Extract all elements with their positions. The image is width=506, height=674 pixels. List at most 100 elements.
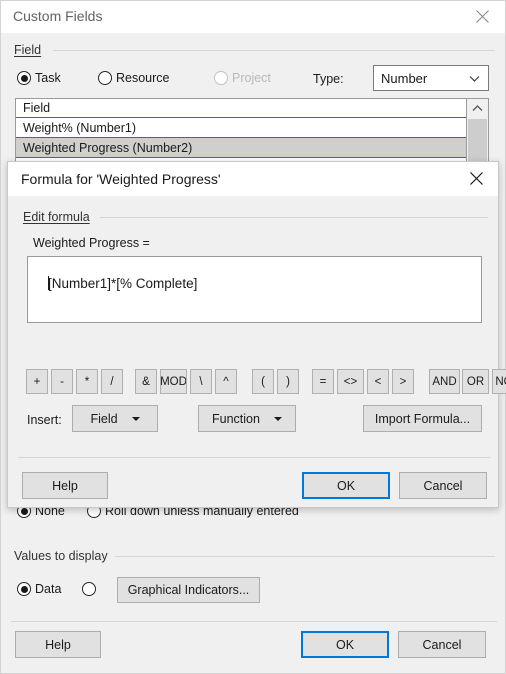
operator-button-2[interactable]: * [76, 369, 98, 394]
operator-button-label: + [33, 375, 41, 388]
operator-button-12[interactable]: < [367, 369, 389, 394]
operator-button-label: AND [432, 375, 457, 388]
chevron-up-icon[interactable] [467, 99, 488, 118]
operator-button-15[interactable]: OR [462, 369, 489, 394]
operator-button-8[interactable]: ( [252, 369, 274, 394]
operator-button-label: = [319, 375, 327, 388]
cancel-button[interactable]: Cancel [398, 631, 486, 658]
operator-button-label: <> [343, 375, 358, 388]
chevron-down-icon [469, 71, 480, 86]
field-list-header: Field [16, 99, 466, 118]
formula-input-value: [Number1]*[% Complete] [48, 276, 198, 291]
formula-help-button-label: Help [52, 478, 78, 493]
ok-button[interactable]: OK [301, 631, 389, 658]
field-group-divider [53, 50, 495, 51]
radio-resource-label: Resource [116, 71, 170, 85]
operator-button-label: < [374, 375, 382, 388]
operator-button-5[interactable]: MOD [160, 369, 187, 394]
radio-graphical-indicators[interactable] [82, 582, 100, 596]
operator-button-label: & [142, 375, 150, 388]
chevron-down-icon [273, 416, 282, 421]
operator-button-3[interactable]: / [101, 369, 123, 394]
insert-field-button-label: Field [90, 411, 118, 426]
import-formula-button-label: Import Formula... [374, 411, 471, 426]
operator-button-label: \ [199, 375, 203, 388]
radio-graphical-indicators-dot [82, 582, 96, 596]
help-button[interactable]: Help [15, 631, 101, 658]
operator-button-label: ( [261, 375, 265, 388]
radio-data[interactable]: Data [17, 582, 61, 596]
operator-button-label: ) [286, 375, 290, 388]
field-list-row-weighted-progress[interactable]: Weighted Progress (Number2) [16, 138, 466, 158]
radio-project: Project [214, 71, 271, 85]
formula-cancel-button-label: Cancel [423, 478, 463, 493]
radio-project-label: Project [232, 71, 271, 85]
radio-data-dot [17, 582, 31, 596]
operator-button-label: - [60, 375, 64, 388]
type-combobox[interactable]: Number [373, 65, 489, 91]
field-group-label: Field [11, 43, 45, 57]
help-button-label: Help [45, 637, 71, 652]
insert-field-button[interactable]: Field [72, 405, 158, 432]
formula-input[interactable]: [Number1]*[% Complete] [27, 256, 482, 323]
operator-button-0[interactable]: + [26, 369, 48, 394]
operator-button-1[interactable]: - [51, 369, 73, 394]
operator-button-label: ^ [223, 375, 229, 388]
formula-ok-button-label: OK [336, 478, 356, 493]
close-icon[interactable] [459, 1, 505, 31]
values-to-display-label: Values to display [11, 549, 111, 563]
insert-function-button[interactable]: Function [198, 405, 296, 432]
operator-button-label: > [399, 375, 407, 388]
values-to-display-divider [115, 556, 495, 557]
radio-resource-dot [98, 71, 112, 85]
edit-formula-divider [100, 217, 488, 218]
operator-button-label: MOD [160, 375, 187, 388]
operator-button-label: OR [466, 375, 485, 388]
formula-footer-divider [18, 457, 490, 458]
field-list-scrollbar[interactable] [467, 98, 489, 163]
edit-formula-group-label: Edit formula [20, 210, 93, 224]
field-list[interactable]: Field Weight% (Number1) Weighted Progres… [15, 98, 467, 163]
radio-task-dot [17, 71, 31, 85]
radio-task-label: Task [35, 71, 61, 85]
type-label: Type: [313, 72, 344, 86]
formula-dialog: Formula for 'Weighted Progress' Edit for… [7, 161, 506, 508]
formula-dialog-titlebar: Formula for 'Weighted Progress' [8, 162, 498, 196]
formula-ok-button[interactable]: OK [302, 472, 390, 499]
formula-caption: Weighted Progress = [33, 236, 150, 250]
custom-fields-titlebar: Custom Fields [1, 1, 505, 33]
cancel-button-label: Cancel [422, 637, 462, 652]
chevron-down-icon [131, 416, 140, 421]
formula-cancel-button[interactable]: Cancel [399, 472, 487, 499]
footer-divider [11, 621, 497, 622]
operator-button-13[interactable]: > [392, 369, 414, 394]
radio-project-dot [214, 71, 228, 85]
close-icon[interactable] [454, 162, 498, 195]
field-list-row-weight-percent[interactable]: Weight% (Number1) [16, 118, 466, 138]
operator-button-6[interactable]: \ [190, 369, 212, 394]
type-combobox-value: Number [381, 70, 428, 86]
import-formula-button[interactable]: Import Formula... [363, 405, 482, 432]
operator-button-10[interactable]: = [312, 369, 334, 394]
operator-button-label: * [84, 375, 90, 388]
operator-button-14[interactable]: AND [429, 369, 460, 394]
insert-label: Insert: [27, 413, 62, 427]
formula-dialog-title: Formula for 'Weighted Progress' [21, 171, 221, 187]
operator-button-9[interactable]: ) [277, 369, 299, 394]
formula-help-button[interactable]: Help [22, 472, 108, 499]
insert-function-button-label: Function [212, 411, 260, 426]
operator-button-11[interactable]: <> [337, 369, 364, 394]
operator-button-label: NOT [495, 375, 506, 388]
graphical-indicators-button[interactable]: Graphical Indicators... [117, 577, 260, 603]
operator-button-4[interactable]: & [135, 369, 157, 394]
operator-button-label: / [110, 375, 114, 388]
graphical-indicators-button-label: Graphical Indicators... [127, 583, 250, 597]
ok-button-label: OK [335, 637, 355, 652]
scrollbar-thumb[interactable] [468, 119, 487, 161]
radio-resource[interactable]: Resource [98, 71, 170, 85]
custom-fields-title: Custom Fields [13, 8, 103, 24]
operator-button-7[interactable]: ^ [215, 369, 237, 394]
radio-task[interactable]: Task [17, 71, 61, 85]
radio-data-label: Data [35, 582, 62, 596]
operator-button-16[interactable]: NOT [492, 369, 506, 394]
